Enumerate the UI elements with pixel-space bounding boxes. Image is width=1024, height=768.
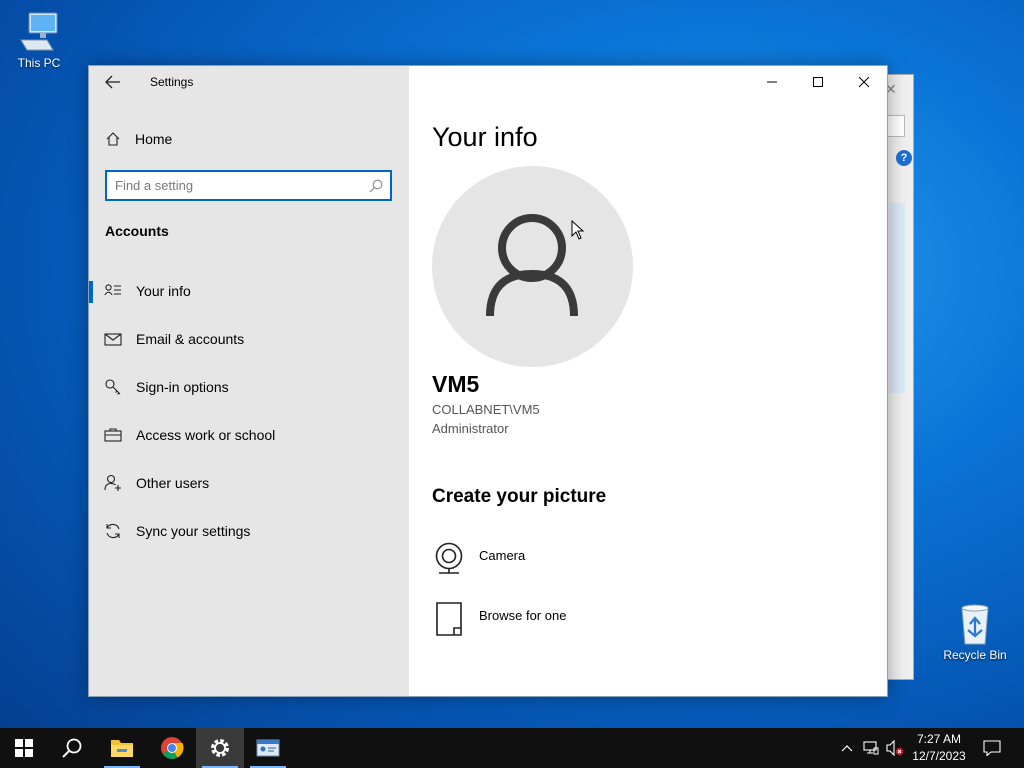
page-title: Your info xyxy=(432,122,538,152)
mail-icon xyxy=(104,333,122,346)
settings-content: Your info VM5 COLLABNET\VM5 Administrato… xyxy=(409,66,887,696)
clock-time: 7:27 AM xyxy=(916,732,962,746)
close-button[interactable] xyxy=(841,66,887,98)
user-avatar-icon xyxy=(486,214,578,316)
start-icon xyxy=(15,739,33,757)
desktop-icon-label: This PC xyxy=(17,56,61,70)
chevron-up-icon xyxy=(841,745,853,752)
user-account: COLLABNET\VM5 xyxy=(432,402,540,417)
sync-icon xyxy=(106,523,120,539)
home-label: Home xyxy=(135,131,173,147)
user-role: Administrator xyxy=(432,421,509,436)
start-button[interactable] xyxy=(0,728,48,768)
person-list-icon xyxy=(104,284,121,296)
taskbar-chrome[interactable] xyxy=(148,728,196,768)
close-icon xyxy=(858,76,870,88)
create-picture-heading: Create your picture xyxy=(432,486,607,507)
network-icon xyxy=(863,741,879,755)
person-add-icon xyxy=(104,474,121,491)
settings-gear-icon xyxy=(211,739,229,757)
volume-status[interactable] xyxy=(884,728,906,768)
help-icon[interactable]: ? xyxy=(896,150,912,166)
settings-window: Settings Home Accounts xyxy=(88,65,888,697)
file-explorer-icon xyxy=(111,740,133,757)
nav-item-label: Sync your settings xyxy=(136,523,251,539)
network-status[interactable] xyxy=(860,728,882,768)
camera-option[interactable]: Camera xyxy=(432,541,525,575)
desktop-icon-this-pc[interactable]: This PC xyxy=(4,10,74,70)
avatar xyxy=(432,166,633,367)
nav-item-access-work-school[interactable]: Access work or school xyxy=(89,415,409,455)
nav-item-your-info[interactable]: Your info xyxy=(89,271,409,311)
control-panel-icon xyxy=(256,739,280,757)
nav-item-email-accounts[interactable]: Email & accounts xyxy=(89,319,409,359)
taskbar: 7:27 AM 12/7/2023 xyxy=(0,728,1024,768)
minimize-button[interactable] xyxy=(749,66,795,98)
key-icon xyxy=(105,379,121,395)
minimize-icon xyxy=(767,81,777,83)
taskbar-settings[interactable] xyxy=(196,728,244,768)
settings-sidebar: Settings Home Accounts xyxy=(89,66,409,696)
taskbar-control-panel[interactable] xyxy=(244,728,292,768)
taskbar-clock[interactable]: 7:27 AM 12/7/2023 xyxy=(908,731,970,765)
maximize-icon xyxy=(813,77,823,87)
search-icon xyxy=(62,738,82,758)
taskbar-search-button[interactable] xyxy=(48,728,96,768)
back-arrow-icon xyxy=(105,75,120,89)
search-input[interactable] xyxy=(115,176,355,195)
window-controls xyxy=(749,66,887,98)
clock-date: 12/7/2023 xyxy=(912,749,966,763)
this-pc-icon xyxy=(20,12,58,51)
chrome-icon xyxy=(161,737,184,759)
maximize-button[interactable] xyxy=(795,66,841,98)
back-button[interactable] xyxy=(103,73,123,91)
nav-item-other-users[interactable]: Other users xyxy=(89,463,409,503)
nav-item-sync-settings[interactable]: Sync your settings xyxy=(89,511,409,551)
nav-item-label: Other users xyxy=(136,475,210,491)
tray-overflow-button[interactable] xyxy=(836,728,858,768)
camera-label: Camera xyxy=(479,548,526,563)
briefcase-icon xyxy=(104,428,122,442)
browse-file-icon xyxy=(435,602,462,636)
volume-muted-icon xyxy=(886,740,904,756)
nav-item-label: Your info xyxy=(136,283,191,299)
desktop-icon-label: Recycle Bin xyxy=(943,648,1007,662)
title-bar: Settings xyxy=(89,66,409,98)
search-box[interactable] xyxy=(105,170,392,201)
desktop-icon-recycle-bin[interactable]: Recycle Bin xyxy=(940,602,1010,662)
user-name: VM5 xyxy=(432,371,480,397)
app-title: Settings xyxy=(150,75,194,89)
recycle-bin-icon xyxy=(961,604,989,645)
browse-option[interactable]: Browse for one xyxy=(432,601,566,637)
section-heading: Accounts xyxy=(105,223,169,239)
home-link[interactable]: Home xyxy=(105,128,172,150)
camera-icon xyxy=(435,542,462,574)
taskbar-file-explorer[interactable] xyxy=(98,728,146,768)
browse-label: Browse for one xyxy=(479,608,567,623)
notification-icon xyxy=(983,740,1001,756)
nav-item-label: Access work or school xyxy=(136,427,276,443)
dialog-panel xyxy=(889,203,905,393)
notification-center-button[interactable] xyxy=(978,728,1006,768)
nav-item-sign-in-options[interactable]: Sign-in options xyxy=(89,367,409,407)
search-icon xyxy=(369,179,383,193)
mouse-cursor-icon xyxy=(571,220,585,240)
nav-item-label: Sign-in options xyxy=(136,379,229,395)
nav-item-label: Email & accounts xyxy=(136,331,245,347)
home-icon xyxy=(106,132,120,146)
